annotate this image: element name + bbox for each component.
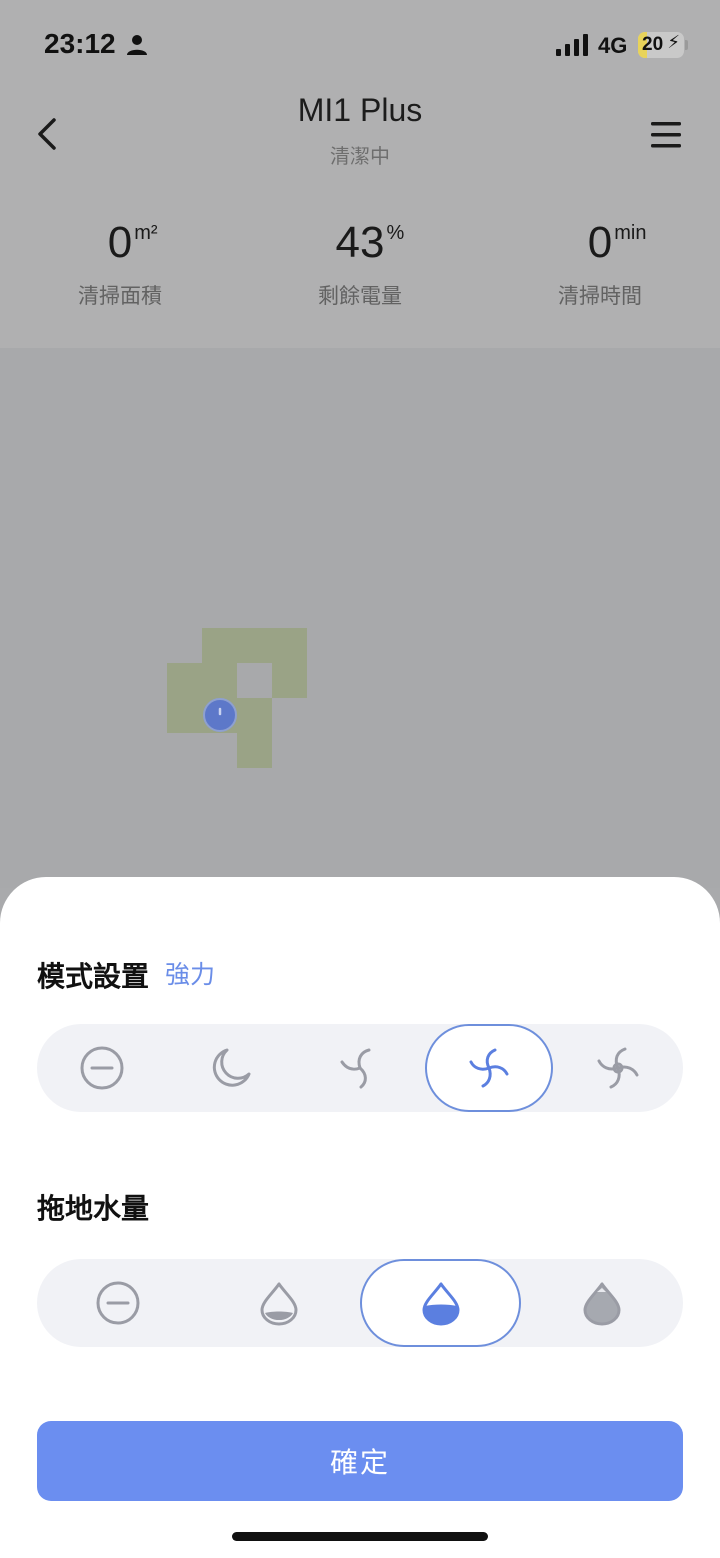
mode-option-standard[interactable]	[295, 1024, 424, 1112]
home-indicator[interactable]	[232, 1532, 488, 1541]
stat-area-label: 清掃面積	[78, 285, 162, 308]
stat-time-label: 清掃時間	[558, 285, 642, 308]
mode-option-off[interactable]	[37, 1024, 166, 1112]
drop-low-icon	[260, 1282, 298, 1326]
fan-strong-icon	[469, 1048, 509, 1088]
water-option-high[interactable]	[521, 1259, 683, 1347]
moon-icon	[212, 1048, 250, 1087]
menu-icon[interactable]	[650, 120, 682, 150]
device-status: 清潔中	[330, 146, 390, 168]
battery-tip	[685, 40, 688, 50]
network-type: 4G	[598, 33, 628, 58]
stat-battery: 43% 剩餘電量	[240, 218, 480, 310]
signal-icon	[556, 34, 588, 56]
map-canvas	[167, 628, 307, 768]
fan-standard-icon	[340, 1048, 370, 1089]
confirm-button[interactable]: 確定	[37, 1421, 683, 1501]
mode-option-strong[interactable]	[425, 1024, 553, 1112]
cleaning-map[interactable]	[0, 348, 720, 888]
stat-area: 0 m² 清掃面積	[0, 218, 240, 310]
battery-percent: 20	[642, 34, 664, 55]
mode-current-value: 強力	[165, 961, 216, 989]
fan-max-icon	[597, 1047, 639, 1089]
water-option-medium[interactable]	[360, 1259, 521, 1347]
stat-time: 0 min 清掃時間	[480, 218, 720, 310]
stat-area-unit: m²	[134, 222, 158, 244]
stat-battery-value: 43	[335, 218, 385, 267]
stat-time-unit: min	[614, 222, 647, 244]
off-icon	[80, 1046, 123, 1090]
device-title: MI1 Plus	[297, 92, 423, 128]
person-icon	[127, 35, 147, 55]
stat-time-value: 0	[587, 218, 613, 267]
stat-battery-label: 剩餘電量	[318, 285, 402, 308]
stat-battery-unit: %	[386, 222, 405, 244]
off-icon	[96, 1281, 139, 1325]
cleaned-area	[167, 628, 307, 768]
mode-selector	[37, 1024, 683, 1112]
charging-bolt-icon: ⚡	[667, 32, 680, 52]
mode-option-max[interactable]	[553, 1024, 683, 1112]
water-selector	[37, 1259, 683, 1347]
water-option-off[interactable]	[37, 1259, 198, 1347]
water-option-low[interactable]	[198, 1259, 360, 1347]
settings-sheet: 模式設置 強力 拖地水量 確定	[0, 877, 720, 1558]
status-time: 23:12	[44, 28, 116, 59]
drop-medium-icon	[422, 1282, 459, 1326]
battery-indicator: 20 ⚡	[638, 32, 684, 58]
mode-title: 模式設置	[37, 961, 150, 992]
stat-area-value: 0	[107, 218, 133, 267]
water-title: 拖地水量	[37, 1193, 150, 1224]
header-region: 23:12 4G 20 ⚡ MI1 Plus 清潔中 0 m² 清掃面積 43% …	[0, 0, 720, 348]
robot-icon	[203, 698, 237, 732]
drop-high-icon	[583, 1282, 621, 1326]
mode-option-quiet[interactable]	[166, 1024, 295, 1112]
